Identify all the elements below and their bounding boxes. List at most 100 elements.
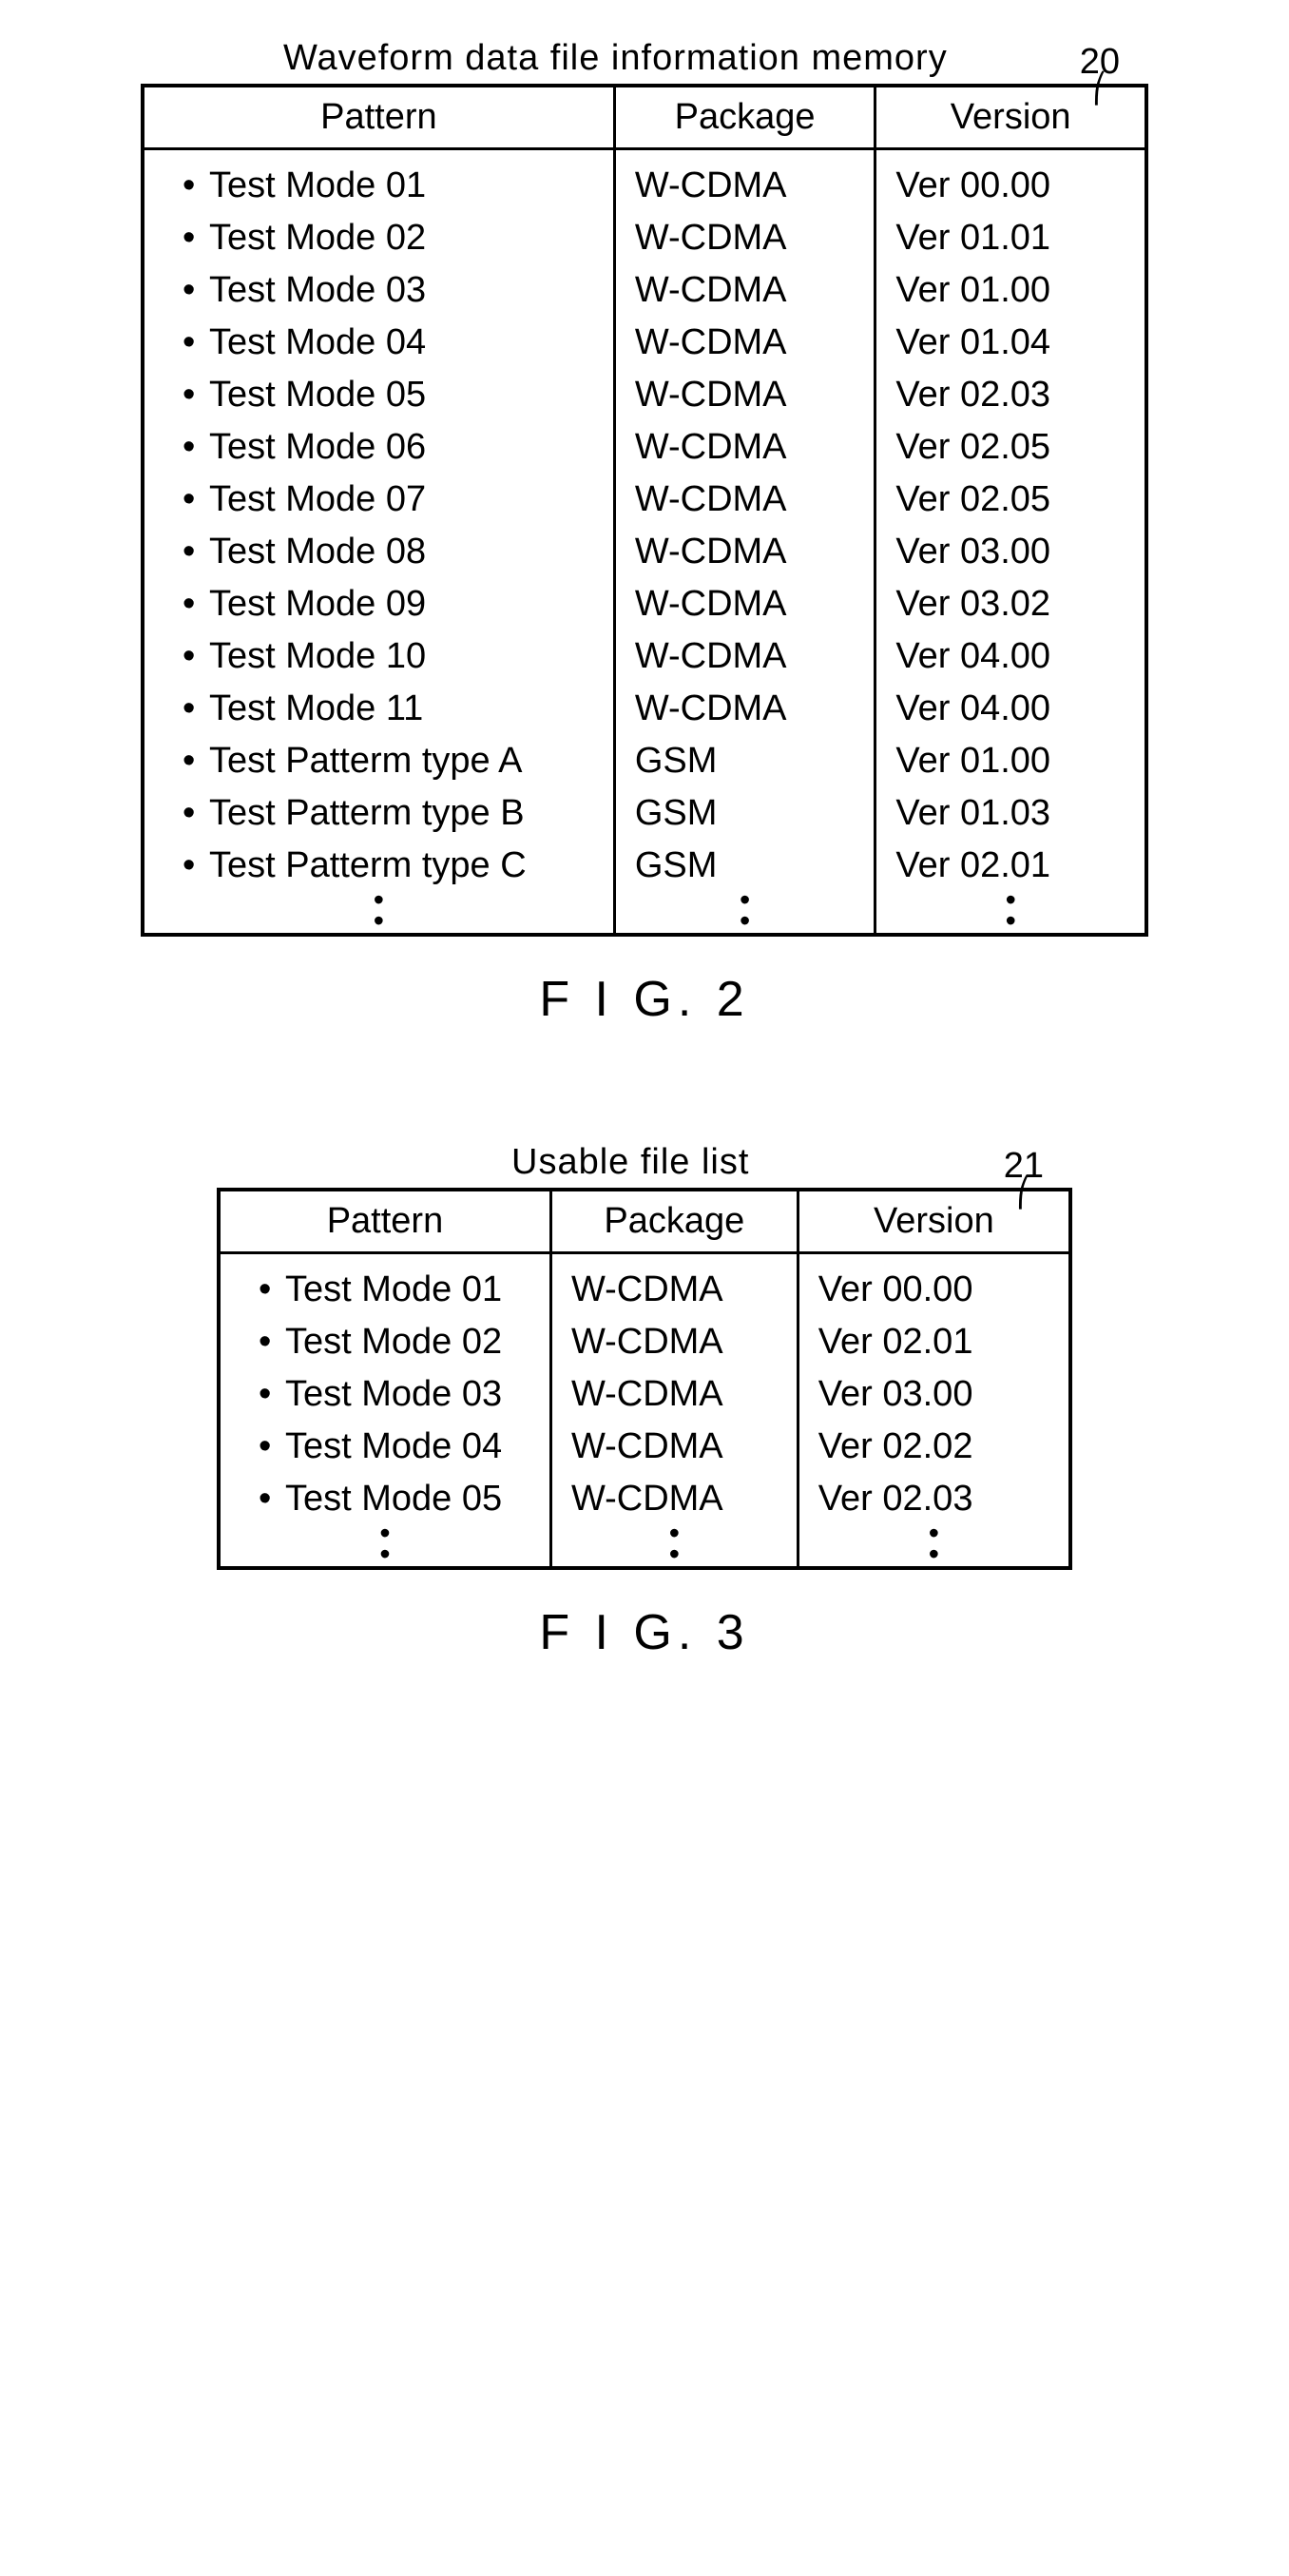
- pattern-text: Test Mode 04: [285, 1426, 502, 1466]
- bullet-icon: •: [259, 1479, 285, 1520]
- version-cell: Ver 00.00: [798, 1253, 1070, 1317]
- table-row: •Test Patterm type BGSMVer 01.03: [143, 787, 1146, 840]
- package-cell: W-CDMA: [550, 1253, 798, 1317]
- package-cell: W-CDMA: [614, 317, 875, 369]
- package-cell: W-CDMA: [550, 1368, 798, 1421]
- pattern-cell: •Test Mode 01: [143, 149, 614, 213]
- version-cell: Ver 04.00: [875, 683, 1146, 735]
- version-cell: Ver 01.00: [875, 735, 1146, 787]
- fig3-table: Pattern Package Version •Test Mode 01W-C…: [217, 1188, 1072, 1570]
- pattern-cell: •Test Mode 06: [143, 421, 614, 474]
- table-row: •Test Mode 05W-CDMAVer 02.03: [143, 369, 1146, 421]
- bullet-icon: •: [183, 375, 209, 416]
- pattern-text: Test Mode 08: [209, 532, 426, 571]
- pattern-text: Test Mode 05: [285, 1479, 502, 1519]
- bullet-icon: •: [183, 741, 209, 782]
- table-row: •Test Mode 06W-CDMAVer 02.05: [143, 421, 1146, 474]
- table-row: •Test Patterm type AGSMVer 01.00: [143, 735, 1146, 787]
- pattern-text: Test Mode 01: [209, 165, 426, 205]
- pattern-text: Test Mode 09: [209, 584, 426, 624]
- bullet-icon: •: [259, 1374, 285, 1415]
- table-row: •Test Mode 07W-CDMAVer 02.05: [143, 474, 1146, 526]
- table-row: •Test Mode 03W-CDMAVer 03.00: [219, 1368, 1070, 1421]
- bullet-icon: •: [183, 322, 209, 363]
- table-row: •Test Mode 08 W-CDMAVer 03.00: [143, 526, 1146, 578]
- ellipsis-row: •••: [143, 892, 1146, 913]
- pattern-text: Test Mode 02: [209, 218, 426, 258]
- table-row: •Test Mode 02W-CDMAVer 01.01: [143, 212, 1146, 264]
- version-cell: Ver 03.02: [875, 578, 1146, 630]
- fig3-header-row: Pattern Package Version: [219, 1190, 1070, 1253]
- pattern-text: Test Mode 01: [285, 1269, 502, 1309]
- pattern-text: Test Patterm type B: [209, 793, 525, 833]
- package-cell: W-CDMA: [614, 526, 875, 578]
- package-cell: W-CDMA: [614, 474, 875, 526]
- pattern-text: Test Patterm type A: [209, 741, 522, 781]
- package-cell: W-CDMA: [614, 683, 875, 735]
- pattern-cell: •Test Mode 02: [143, 212, 614, 264]
- fig2-caption: F I G. 2: [141, 971, 1148, 1028]
- fig2-header-row: Pattern Package Version: [143, 86, 1146, 149]
- package-cell: W-CDMA: [614, 421, 875, 474]
- bullet-icon: •: [183, 165, 209, 206]
- pattern-text: Test Mode 07: [209, 479, 426, 519]
- pattern-text: Test Mode 06: [209, 427, 426, 467]
- bullet-icon: •: [183, 793, 209, 834]
- bullet-icon: •: [183, 270, 209, 311]
- table-row: •Test Mode 10W-CDMAVer 04.00: [143, 630, 1146, 683]
- fig2-header-pattern: Pattern: [143, 86, 614, 149]
- table-row: •Test Mode 09W-CDMAVer 03.02: [143, 578, 1146, 630]
- bullet-icon: •: [183, 636, 209, 677]
- bullet-icon: •: [183, 532, 209, 572]
- fig3-header-version: Version: [798, 1190, 1070, 1253]
- table-row: •Test Mode 04W-CDMAVer 01.04: [143, 317, 1146, 369]
- pattern-cell: •Test Mode 10: [143, 630, 614, 683]
- bullet-icon: •: [183, 584, 209, 625]
- ellipsis-icon: •: [143, 913, 614, 936]
- version-cell: Ver 02.01: [798, 1316, 1070, 1368]
- package-cell: W-CDMA: [614, 264, 875, 317]
- ellipsis-row: •••: [219, 1546, 1070, 1569]
- pattern-text: Test Mode 04: [209, 322, 426, 362]
- ellipsis-icon: •: [219, 1546, 550, 1569]
- fig3-title: Usable file list: [511, 1142, 749, 1183]
- pattern-text: Test Mode 05: [209, 375, 426, 415]
- bullet-icon: •: [259, 1269, 285, 1310]
- pattern-cell: •Test Patterm type A: [143, 735, 614, 787]
- version-cell: Ver 03.00: [875, 526, 1146, 578]
- table-row: •Test Mode 01 W-CDMAVer 00.00: [219, 1253, 1070, 1317]
- version-cell: Ver 02.03: [875, 369, 1146, 421]
- pattern-cell: •Test Patterm type B: [143, 787, 614, 840]
- fig3-header-pattern: Pattern: [219, 1190, 550, 1253]
- ellipsis-row: •••: [219, 1525, 1070, 1546]
- pattern-cell: •Test Mode 02: [219, 1316, 550, 1368]
- package-cell: GSM: [614, 787, 875, 840]
- ellipsis-icon: •: [550, 1546, 798, 1569]
- fig3-header-package: Package: [550, 1190, 798, 1253]
- bullet-icon: •: [183, 479, 209, 520]
- version-cell: Ver 00.00: [875, 149, 1146, 213]
- table-row: •Test Mode 03W-CDMAVer 01.00: [143, 264, 1146, 317]
- table-row: •Test Mode 05W-CDMAVer 02.03: [219, 1473, 1070, 1525]
- pattern-cell: •Test Mode 05: [143, 369, 614, 421]
- version-cell: Ver 02.02: [798, 1421, 1070, 1473]
- package-cell: W-CDMA: [614, 369, 875, 421]
- pattern-cell: •Test Mode 11: [143, 683, 614, 735]
- version-cell: Ver 04.00: [875, 630, 1146, 683]
- fig2-header-package: Package: [614, 86, 875, 149]
- version-cell: Ver 01.03: [875, 787, 1146, 840]
- pattern-cell: •Test Mode 07: [143, 474, 614, 526]
- package-cell: GSM: [614, 735, 875, 787]
- bullet-icon: •: [183, 845, 209, 886]
- pattern-text: Test Mode 10: [209, 636, 426, 676]
- pattern-cell: •Test Mode 04: [143, 317, 614, 369]
- version-cell: Ver 01.00: [875, 264, 1146, 317]
- pattern-text: Test Mode 03: [285, 1374, 502, 1414]
- table-row: •Test Mode 11W-CDMAVer 04.00: [143, 683, 1146, 735]
- package-cell: W-CDMA: [550, 1316, 798, 1368]
- pattern-cell: •Test Mode 04: [219, 1421, 550, 1473]
- fig2-table: Pattern Package Version •Test Mode 01W-C…: [141, 84, 1148, 937]
- version-cell: Ver 02.05: [875, 421, 1146, 474]
- bullet-icon: •: [183, 688, 209, 729]
- package-cell: W-CDMA: [550, 1421, 798, 1473]
